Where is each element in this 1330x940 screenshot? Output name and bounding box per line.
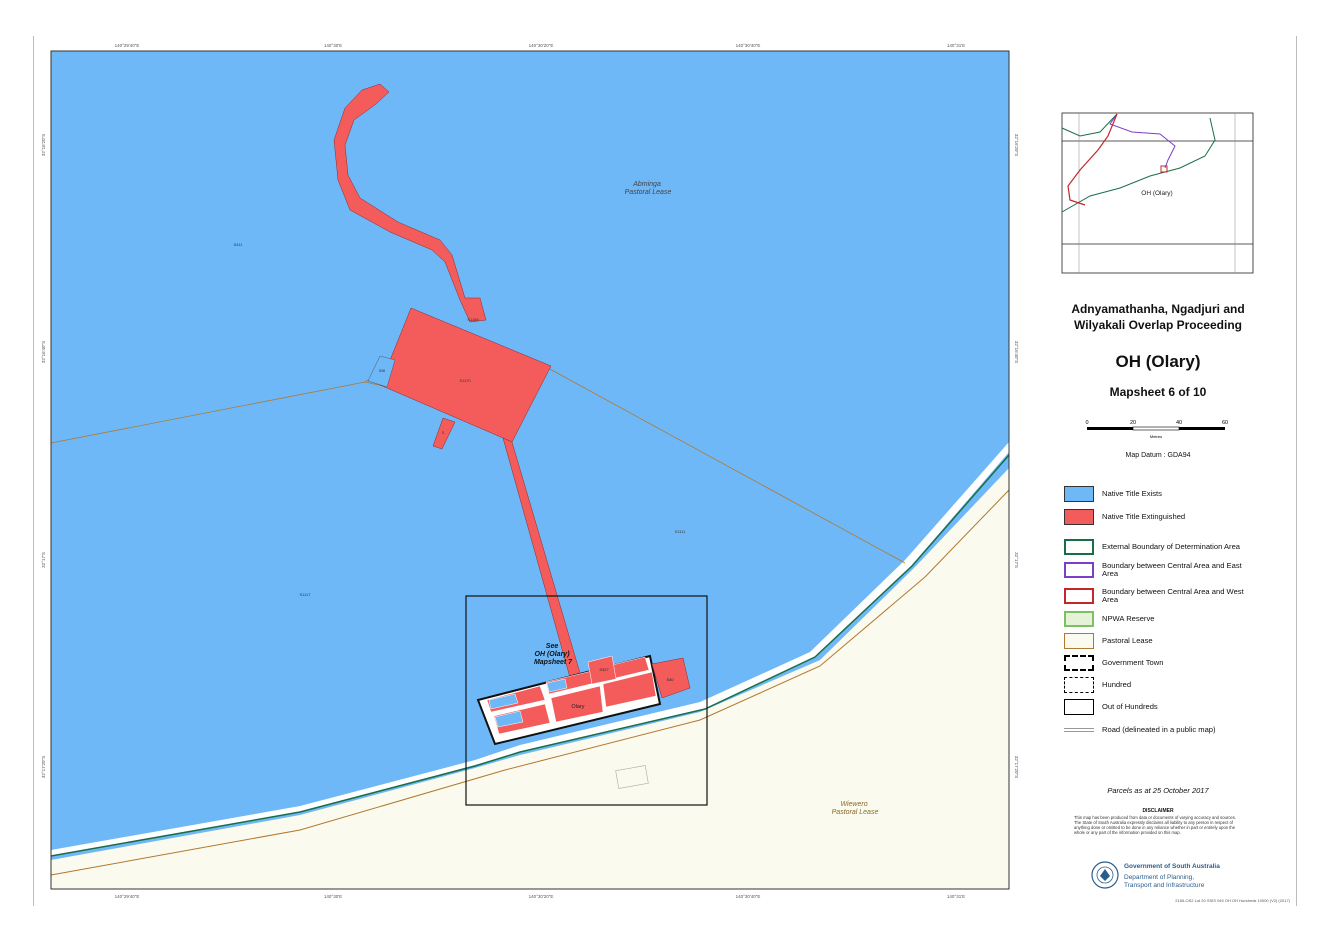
label-abminga-lease-1: Abminga xyxy=(632,181,661,188)
coord-top-5: 140°31'E xyxy=(947,43,965,48)
coord-left-2: 32°16'40"S xyxy=(41,341,46,363)
hundred-swatch-icon xyxy=(1064,677,1094,693)
npwa-reserve-swatch-icon xyxy=(1064,611,1094,627)
legend-item-hundred: Hundred xyxy=(1064,676,1252,694)
label-s1170: S1170 xyxy=(459,378,471,383)
label-s40: S40 xyxy=(666,677,674,682)
coord-top-2: 140°30'E xyxy=(324,43,342,48)
label-s327: S327 xyxy=(599,667,609,672)
legend-item-external-boundary: External Boundary of Determination Area xyxy=(1064,538,1252,556)
dept-line1: Department of Planning, xyxy=(1124,874,1195,881)
coord-left-3: 32°17'S xyxy=(41,552,46,568)
main-map[interactable]: Abminga Pastoral Lease Wiewero Pastoral … xyxy=(0,0,1330,940)
label-s1188: S1188 xyxy=(467,317,479,322)
coord-bottom-3: 140°30'20"E xyxy=(529,894,554,899)
dept-line2: Transport and Infrastructure xyxy=(1124,882,1205,889)
scale-tick-60: 60 xyxy=(1222,420,1228,426)
out-of-hundreds-swatch-icon xyxy=(1064,699,1094,715)
legend-item-npwa-reserve: NPWA Reserve xyxy=(1064,610,1252,628)
legend-item-pastoral-lease: Pastoral Lease xyxy=(1064,632,1252,650)
disclaimer-text: This map has been produced from data or … xyxy=(1074,815,1237,835)
gov-name: Government of South Australia xyxy=(1124,863,1220,870)
coord-bottom-5: 140°31'E xyxy=(947,894,965,899)
coord-bottom-4: 140°30'40"E xyxy=(736,894,761,899)
map-reference: 2165-OS2 Lot 20 SSIS 045 OH OH Hundreds … xyxy=(1175,898,1290,903)
coord-left-1: 32°16'20"S xyxy=(41,134,46,156)
label-s1117: S1117 xyxy=(300,592,312,597)
legend-item-central-east: Boundary between Central Area and East A… xyxy=(1064,561,1252,579)
legend-item-native-title-extinguished: Native Title Extinguished xyxy=(1064,508,1252,526)
label-s1111: S1111 xyxy=(675,529,686,534)
label-s411: S411 xyxy=(233,242,243,247)
government-town-swatch-icon xyxy=(1064,655,1094,671)
legend-item-government-town: Government Town xyxy=(1064,654,1252,672)
map-name: OH (Olary) xyxy=(1115,352,1201,371)
native-title-extinguished-swatch-icon xyxy=(1064,509,1094,525)
coord-right-4: 32°17'20"S xyxy=(1014,756,1019,778)
label-s98: S98 xyxy=(379,369,385,373)
coord-bottom-1: 140°29'40"E xyxy=(115,894,140,899)
native-title-exists-swatch-icon xyxy=(1064,486,1094,502)
coord-top-3: 140°30'20"E xyxy=(529,43,554,48)
government-logo xyxy=(1091,861,1119,889)
scale-tick-20: 20 xyxy=(1130,420,1136,426)
title-line1: Adnyamathanha, Ngadjuri and xyxy=(1071,302,1245,316)
central-east-boundary-swatch-icon xyxy=(1064,562,1094,578)
scale-unit: Metres xyxy=(1150,434,1162,439)
label-abminga-lease-2: Pastoral Lease xyxy=(625,189,672,196)
coord-right-3: 32°17'S xyxy=(1014,552,1019,568)
legend-item-native-title-exists: Native Title Exists xyxy=(1064,485,1252,503)
coord-top-4: 140°30'40"E xyxy=(736,43,761,48)
scale-bar: 0 20 40 60 Metres xyxy=(1085,420,1228,439)
inset-map[interactable]: OH (Olary) xyxy=(1061,112,1254,274)
label-s-small: S xyxy=(442,430,445,435)
label-olary: Olary xyxy=(571,704,584,710)
parcels-date: Parcels as at 25 October 2017 xyxy=(1107,786,1209,795)
scale-tick-40: 40 xyxy=(1176,420,1182,426)
central-west-boundary-swatch-icon xyxy=(1064,588,1094,604)
title-line2: Wilyakali Overlap Proceeding xyxy=(1074,318,1242,332)
scale-tick-0: 0 xyxy=(1085,420,1088,426)
pastoral-lease-swatch-icon xyxy=(1064,633,1094,649)
coord-top-1: 140°29'40"E xyxy=(115,43,140,48)
coord-bottom-2: 140°30'E xyxy=(324,894,342,899)
disclaimer-title: DISCLAIMER xyxy=(1142,808,1174,814)
coord-right-2: 32°16'40"S xyxy=(1014,341,1019,363)
coord-left-4: 32°17'20"S xyxy=(41,756,46,778)
legend-item-central-west: Boundary between Central Area and West A… xyxy=(1064,587,1252,605)
road-swatch-icon xyxy=(1064,728,1094,732)
mapsheet-label: Mapsheet 6 of 10 xyxy=(1109,385,1207,399)
legend-item-out-of-hundreds: Out of Hundreds xyxy=(1064,698,1252,716)
inset-label: OH (Olary) xyxy=(1141,190,1172,197)
legend-item-road: Road (delineated in a public map) xyxy=(1064,721,1252,739)
map-datum: Map Datum : GDA94 xyxy=(1125,452,1191,459)
external-boundary-swatch-icon xyxy=(1064,539,1094,555)
coord-right-1: 32°16'20"S xyxy=(1014,134,1019,156)
